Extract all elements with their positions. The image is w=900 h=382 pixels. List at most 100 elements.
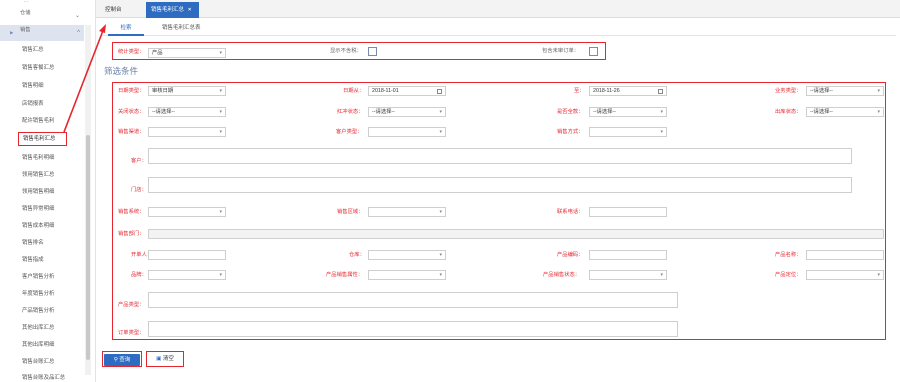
phone-input[interactable] — [589, 207, 667, 217]
red-status-select[interactable]: --请选择-- ▾ — [368, 107, 446, 117]
product-grade-select[interactable]: ▾ — [806, 270, 884, 280]
sidebar-item[interactable]: 年度销售分析 — [22, 288, 54, 300]
product-type-label: 产品类型： — [118, 302, 145, 308]
product-name-input[interactable] — [806, 250, 884, 260]
trash-icon: ▣ — [156, 356, 163, 362]
include-unaudited-label: 包含未审订单： — [542, 48, 580, 54]
subtab-summary-table[interactable]: 销售毛利汇总表 — [162, 22, 201, 36]
sidebar-item[interactable]: 其他出库明细 — [22, 339, 54, 351]
sidebar-group-label: 仓储 — [20, 10, 31, 16]
calendar-icon[interactable] — [658, 88, 663, 94]
scrollbar-thumb[interactable] — [86, 135, 90, 360]
include-unaudited-checkbox[interactable] — [589, 47, 598, 56]
product-type-input[interactable] — [148, 292, 678, 308]
sidebar-item[interactable]: 销售成本明细 — [22, 220, 54, 232]
store-label: 门店： — [131, 187, 147, 193]
tab-label: 销售毛利汇总 — [151, 7, 185, 13]
subtab-search[interactable]: 检索 — [108, 22, 144, 36]
sidebar-item[interactable]: 店销报表 — [22, 98, 44, 110]
customer-label: 客户： — [131, 158, 147, 164]
warehouse-label: 仓库： — [349, 252, 365, 258]
date-type-label: 日期类型： — [118, 88, 145, 94]
out-status-label: 出库状态： — [775, 109, 802, 115]
date-from-value: 2018-11-01 — [372, 88, 399, 94]
red-status-value: --请选择-- — [372, 109, 395, 115]
sidebar-item[interactable]: 销售客餐汇总 — [22, 62, 54, 74]
chevron-down-icon: ▾ — [877, 88, 880, 94]
query-button[interactable]: ⚲ 查询 — [104, 354, 140, 366]
product-status-select[interactable]: ▾ — [589, 270, 667, 280]
channel-select[interactable]: ▾ — [148, 127, 226, 137]
customer-input[interactable] — [148, 148, 852, 164]
opener-input[interactable] — [148, 250, 226, 260]
red-status-label: 红冲状态： — [337, 109, 364, 115]
product-grade-label: 产品定位： — [775, 272, 802, 278]
chevron-down-icon: ▾ — [219, 50, 222, 56]
sidebar-item[interactable]: 销售指成 — [22, 254, 44, 266]
product-attr-select[interactable]: ▾ — [368, 270, 446, 280]
dept-input[interactable] — [148, 229, 884, 239]
region-select[interactable]: ▾ — [368, 207, 446, 217]
sidebar-item[interactable]: 客户销售分析 — [22, 271, 54, 283]
biz-type-select[interactable]: --请选择-- ▾ — [806, 86, 884, 96]
query-button-label: 查询 — [119, 357, 131, 363]
out-status-select[interactable]: --请选择-- ▾ — [806, 107, 884, 117]
close-status-value: --请选择-- — [152, 109, 175, 115]
date-type-select[interactable]: 审核日期 ▾ — [148, 86, 226, 96]
sidebar-item[interactable]: 销售排名 — [22, 237, 44, 249]
chevron-down-icon: ▾ — [219, 109, 222, 115]
sale-method-label: 销售方式： — [557, 129, 584, 135]
sidebar-item[interactable]: 领用销售明细 — [22, 186, 54, 198]
out-status-value: --请选择-- — [810, 109, 833, 115]
stat-type-select[interactable]: 产品 ▾ — [148, 48, 226, 58]
date-to-input[interactable]: 2018-11-26 — [589, 86, 667, 96]
date-from-input[interactable]: 2018-11-01 — [368, 86, 446, 96]
biz-type-label: 业务类型： — [775, 88, 802, 94]
system-label: 销售系统： — [118, 209, 145, 215]
reset-button-label: 清空 — [162, 356, 174, 362]
chevron-down-icon: ▾ — [877, 272, 880, 278]
full-amount-select[interactable]: --请选择-- ▾ — [589, 107, 667, 117]
show-no-tax-checkbox[interactable] — [368, 47, 377, 56]
biz-type-value: --请选择-- — [810, 88, 833, 94]
stat-type-value: 产品 — [152, 50, 163, 56]
chevron-down-icon: ▾ — [439, 109, 442, 115]
sidebar-item[interactable]: 销售台账及品汇总 — [22, 372, 65, 382]
sidebar-item[interactable]: 销售毛利明细 — [22, 152, 54, 164]
chevron-down-icon: ▾ — [219, 88, 222, 94]
show-no-tax-label: 显示不含税： — [330, 48, 362, 54]
close-icon[interactable]: × — [188, 7, 191, 13]
tab-console[interactable]: 控制台 — [100, 2, 127, 18]
dept-label: 销售部门： — [118, 231, 145, 237]
sidebar-item[interactable]: 销售明细 — [22, 80, 44, 92]
sidebar-item-sales-summary[interactable]: 销售汇总 — [22, 44, 44, 56]
warehouse-select[interactable]: ▾ — [368, 250, 446, 260]
store-input[interactable] — [148, 177, 852, 193]
full-amount-value: --请选择-- — [593, 109, 616, 115]
order-type-input[interactable] — [148, 321, 678, 337]
sidebar-item[interactable]: 配许销售毛利 — [22, 115, 54, 127]
sidebar-item[interactable]: 销售异常明细 — [22, 203, 54, 215]
close-status-select[interactable]: --请选择-- ▾ — [148, 107, 226, 117]
sidebar-item[interactable]: 领用销售汇总 — [22, 169, 54, 181]
tab-gross-profit-summary[interactable]: 销售毛利汇总 × — [146, 2, 199, 18]
sidebar-group-label: 销售 — [20, 27, 31, 33]
calendar-icon[interactable] — [437, 88, 442, 94]
sidebar-item[interactable]: 销售台账汇总 — [22, 356, 54, 368]
system-select[interactable]: ▾ — [148, 207, 226, 217]
channel-label: 销售渠道： — [118, 129, 145, 135]
sidebar-item[interactable]: 其他出库汇总 — [22, 322, 54, 334]
annotation-arrow — [63, 24, 106, 133]
filter-section-title: 筛选条件 — [104, 66, 139, 76]
customer-type-select[interactable]: ▾ — [368, 127, 446, 137]
product-code-input[interactable] — [589, 250, 667, 260]
stat-type-label: 统计类型： — [118, 49, 145, 55]
brand-select[interactable]: ▾ — [148, 270, 226, 280]
reset-button[interactable]: ▣ 清空 — [150, 353, 180, 365]
product-code-label: 产品编码： — [557, 252, 584, 258]
sidebar-item[interactable]: 产品销售分析 — [22, 305, 54, 317]
full-amount-label: 是否全款： — [557, 109, 584, 115]
product-status-label: 产品销售状态： — [543, 272, 581, 278]
chevron-down-icon: ▾ — [219, 272, 222, 278]
sale-method-select[interactable]: ▾ — [589, 127, 667, 137]
